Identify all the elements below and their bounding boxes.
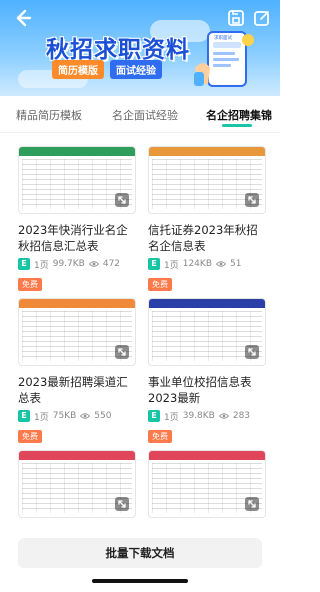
free-tag: 免费 [148,278,172,291]
expand-icon[interactable] [245,497,259,511]
excel-format-badge: E [148,410,160,422]
free-tag: 免费 [148,430,172,443]
thumbnail-header-bar [19,451,135,460]
banner-pills: 简历模版 面试经验 [52,60,162,79]
document-card[interactable]: 2023最新招聘渠道汇总表 E 1页 75KB 550 免费 [18,298,136,443]
free-tag: 免费 [18,430,42,443]
expand-icon[interactable] [115,193,129,207]
eye-icon [216,261,226,267]
file-size: 99.7KB [52,259,85,269]
document-meta: E 1页 75KB 550 [18,408,136,424]
file-size: 124KB [182,259,212,269]
expand-icon[interactable] [245,345,259,359]
document-title[interactable]: 2023最新招聘渠道汇总表 [18,374,136,406]
document-card[interactable] [148,450,266,518]
banner-pill-resume: 简历模版 [52,60,104,79]
document-thumbnail[interactable] [148,146,266,214]
thumbnail-header-bar [19,299,135,308]
document-meta: E 1页 39.8KB 283 [148,408,266,424]
excel-format-badge: E [148,258,160,270]
banner-pill-interview: 面试经验 [110,60,162,79]
document-thumbnail[interactable] [18,450,136,518]
document-card[interactable]: 2023年快消行业名企秋招信息汇总表 E 1页 99.7KB 472 免费 [18,146,136,291]
tab-interview-experience[interactable]: 名企面试经验 [112,107,178,123]
excel-format-badge: E [18,410,30,422]
tab-divider [0,132,280,133]
batch-download-button[interactable]: 批量下载文档 [18,538,262,568]
page-count: 1页 [34,412,49,423]
active-tab-indicator [222,124,252,127]
view-count: 283 [232,411,251,421]
save-icon[interactable] [226,8,246,28]
document-thumbnail[interactable] [18,146,136,214]
file-size: 75KB [52,411,77,421]
document-thumbnail[interactable] [148,450,266,518]
eye-icon [218,413,229,419]
thumbnail-header-bar [19,147,135,156]
document-title[interactable]: 信托证券2023年秋招名企信息表 [148,222,266,254]
excel-format-badge: E [18,258,30,270]
document-card[interactable]: 信托证券2023年秋招名企信息表 E 1页 124KB 51 免费 [148,146,266,291]
home-indicator [92,579,188,583]
thumbnail-header-bar [149,451,265,460]
document-title[interactable]: 2023年快消行业名企秋招信息汇总表 [18,222,136,254]
tab-resume-templates[interactable]: 精品简历模板 [16,107,82,123]
document-card[interactable] [18,450,136,518]
view-count: 472 [102,259,121,269]
view-count: 51 [230,259,242,269]
tab-recruitment-collection[interactable]: 名企招聘集锦 [206,107,272,123]
eye-icon [80,413,91,419]
page-count: 1页 [164,412,179,423]
expand-icon[interactable] [115,345,129,359]
thumbnail-header-bar [149,299,265,308]
eye-icon [88,261,99,267]
phone-illustration: 求职面试 [194,31,254,87]
page-count: 1页 [164,260,179,271]
expand-icon[interactable] [245,193,259,207]
view-count: 550 [94,411,112,421]
document-thumbnail[interactable] [18,298,136,366]
edit-icon[interactable] [252,8,272,28]
phone-illustration-label: 求职面试 [214,34,232,41]
document-card[interactable]: 事业单位校招信息表2023最新 E 1页 39.8KB 283 免费 [148,298,266,443]
file-size: 39.8KB [182,411,215,421]
header-banner: 秋招求职资料 简历模版 面试经验 求职面试 [0,0,280,96]
document-title[interactable]: 事业单位校招信息表2023最新 [148,374,266,406]
page-count: 1页 [34,260,49,271]
banner-title: 秋招求职资料 [46,37,190,63]
free-tag: 免费 [18,278,42,291]
back-arrow-icon[interactable] [10,6,34,30]
category-tabs: 精品简历模板 名企面试经验 名企招聘集锦 [0,96,280,130]
document-meta: E 1页 124KB 51 [148,256,266,272]
expand-icon[interactable] [115,497,129,511]
document-thumbnail[interactable] [148,298,266,366]
document-meta: E 1页 99.7KB 472 [18,256,136,272]
thumbnail-header-bar [149,147,265,156]
